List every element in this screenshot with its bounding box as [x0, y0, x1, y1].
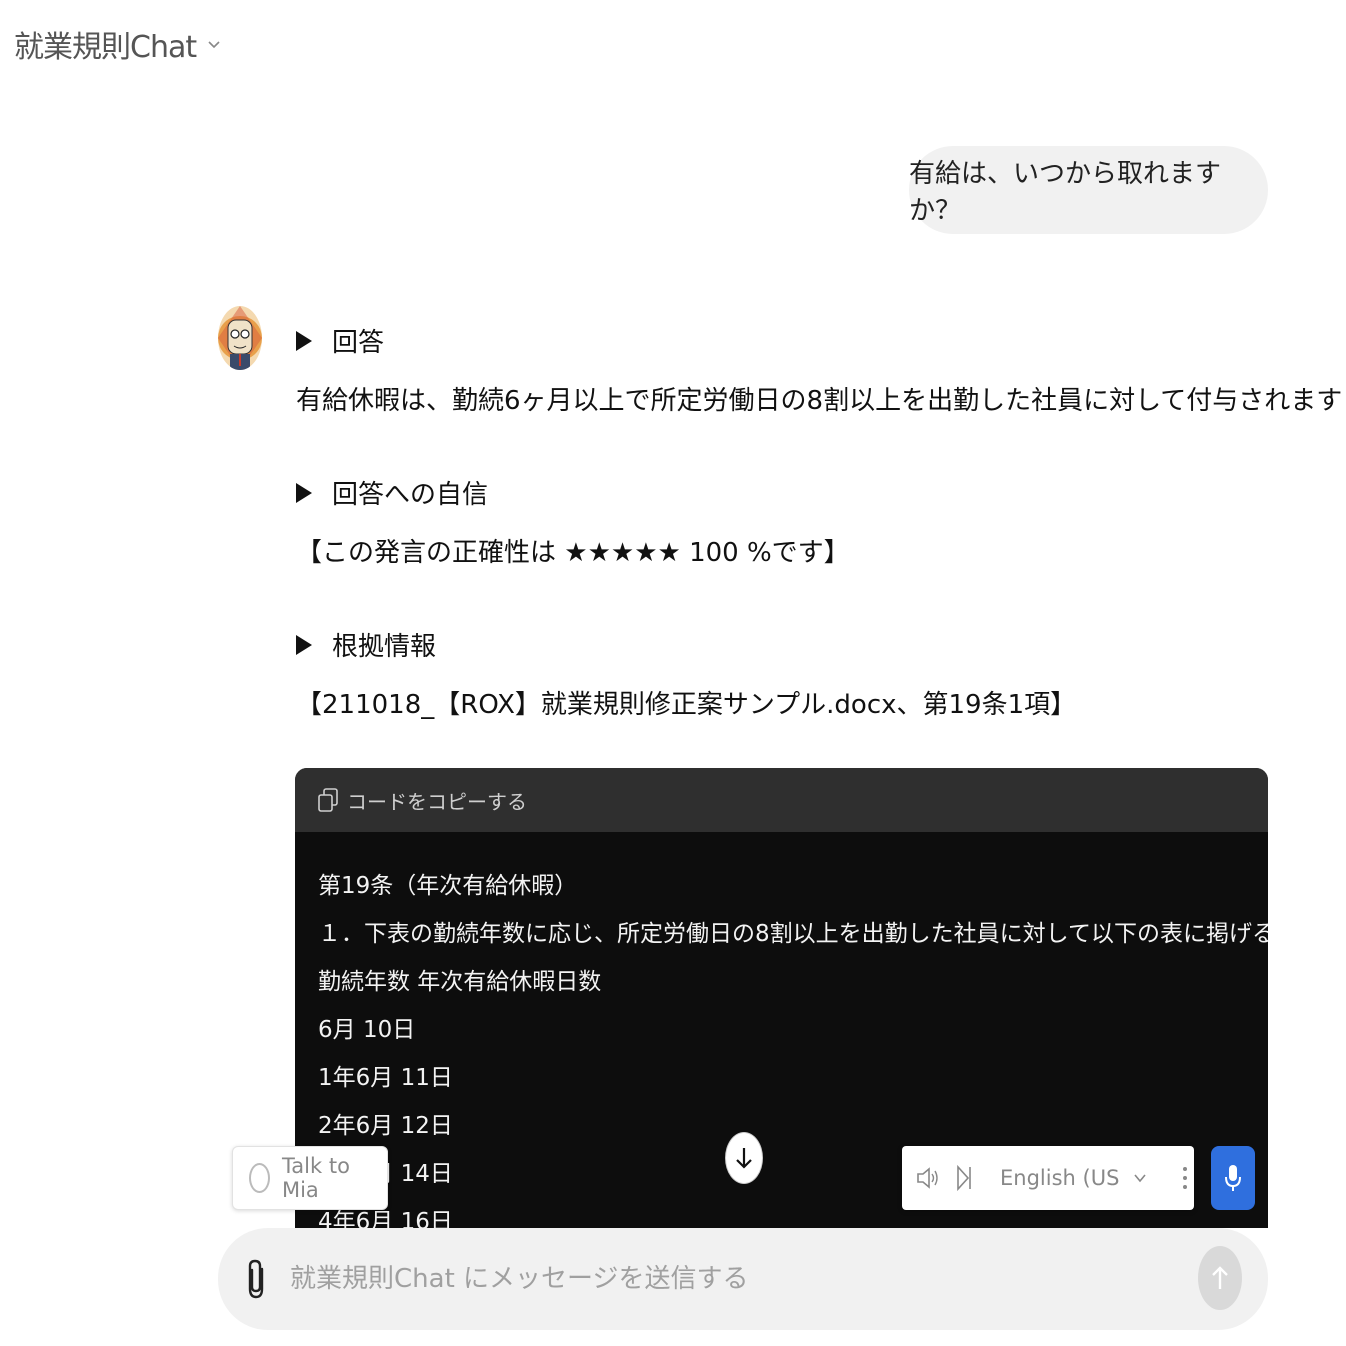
chevron-down-icon [208, 41, 220, 49]
message-composer [218, 1228, 1268, 1330]
talk-label: Talk to Mia [281, 1154, 350, 1202]
language-select[interactable]: English (US [1000, 1166, 1119, 1190]
user-message: 有給は、いつから取れますか？ [909, 146, 1268, 234]
copy-icon [318, 788, 338, 812]
microphone-button[interactable] [1211, 1146, 1255, 1210]
voice-toolbar: English (US [902, 1146, 1194, 1210]
model-selector[interactable]: 就業規則Chat [14, 22, 222, 66]
chevron-down-icon[interactable] [1133, 1171, 1147, 1185]
source-heading: 根拠情報 [332, 632, 437, 662]
talk-to-mia-button[interactable]: Talk to Mia [232, 1146, 388, 1210]
triangle-right-icon [296, 634, 312, 655]
send-button[interactable] [1198, 1246, 1242, 1310]
code-line: 1年6月 11日 [318, 1065, 453, 1091]
message-input[interactable] [288, 1263, 1172, 1295]
answer-heading: 回答 [332, 328, 385, 358]
code-line: 第19条（年次有給休暇） [318, 873, 578, 899]
source-section-toggle[interactable]: 根拠情報 [296, 626, 436, 663]
confidence-heading: 回答への自信 [332, 480, 489, 510]
scroll-to-bottom-button[interactable] [725, 1132, 763, 1184]
skip-icon[interactable] [954, 1163, 974, 1193]
arrow-down-icon [736, 1148, 752, 1169]
triangle-right-icon [296, 482, 312, 503]
code-line: 勤続年数 年次有給休暇日数 [318, 969, 602, 995]
answer-section-toggle[interactable]: 回答 [296, 322, 384, 359]
code-line: １．下表の勤続年数に応じ、所定労働日の8割以上を出勤した社員に対して以下の表に掲… [318, 921, 1268, 947]
assistant-avatar [218, 306, 262, 370]
copy-code-button[interactable]: コードをコピーする [295, 768, 1268, 832]
loading-ring-icon [249, 1163, 270, 1193]
confidence-text: 【この発言の正確性は ★★★★★ 100 %です】 [296, 538, 850, 568]
source-text: 【211018_【ROX】就業規則修正案サンプル.docx、第19条1項】 [296, 690, 1077, 720]
copy-code-label: コードをコピーする [347, 789, 527, 814]
microphone-icon [1225, 1165, 1241, 1191]
chat-title: 就業規則Chat [14, 30, 197, 65]
more-options-icon[interactable] [1181, 1163, 1189, 1193]
code-line: 6月 10日 [318, 1017, 416, 1043]
paperclip-icon[interactable] [244, 1257, 270, 1301]
triangle-right-icon [296, 330, 312, 351]
speaker-icon[interactable] [916, 1164, 940, 1192]
user-message-text: 有給は、いつから取れますか？ [909, 159, 1222, 226]
answer-text: 有給休暇は、勤続6ヶ月以上で所定労働日の8割以上を出勤した社員に対して付与されま… [296, 386, 1346, 416]
confidence-section-toggle[interactable]: 回答への自信 [296, 474, 488, 511]
arrow-up-icon [1212, 1266, 1228, 1289]
